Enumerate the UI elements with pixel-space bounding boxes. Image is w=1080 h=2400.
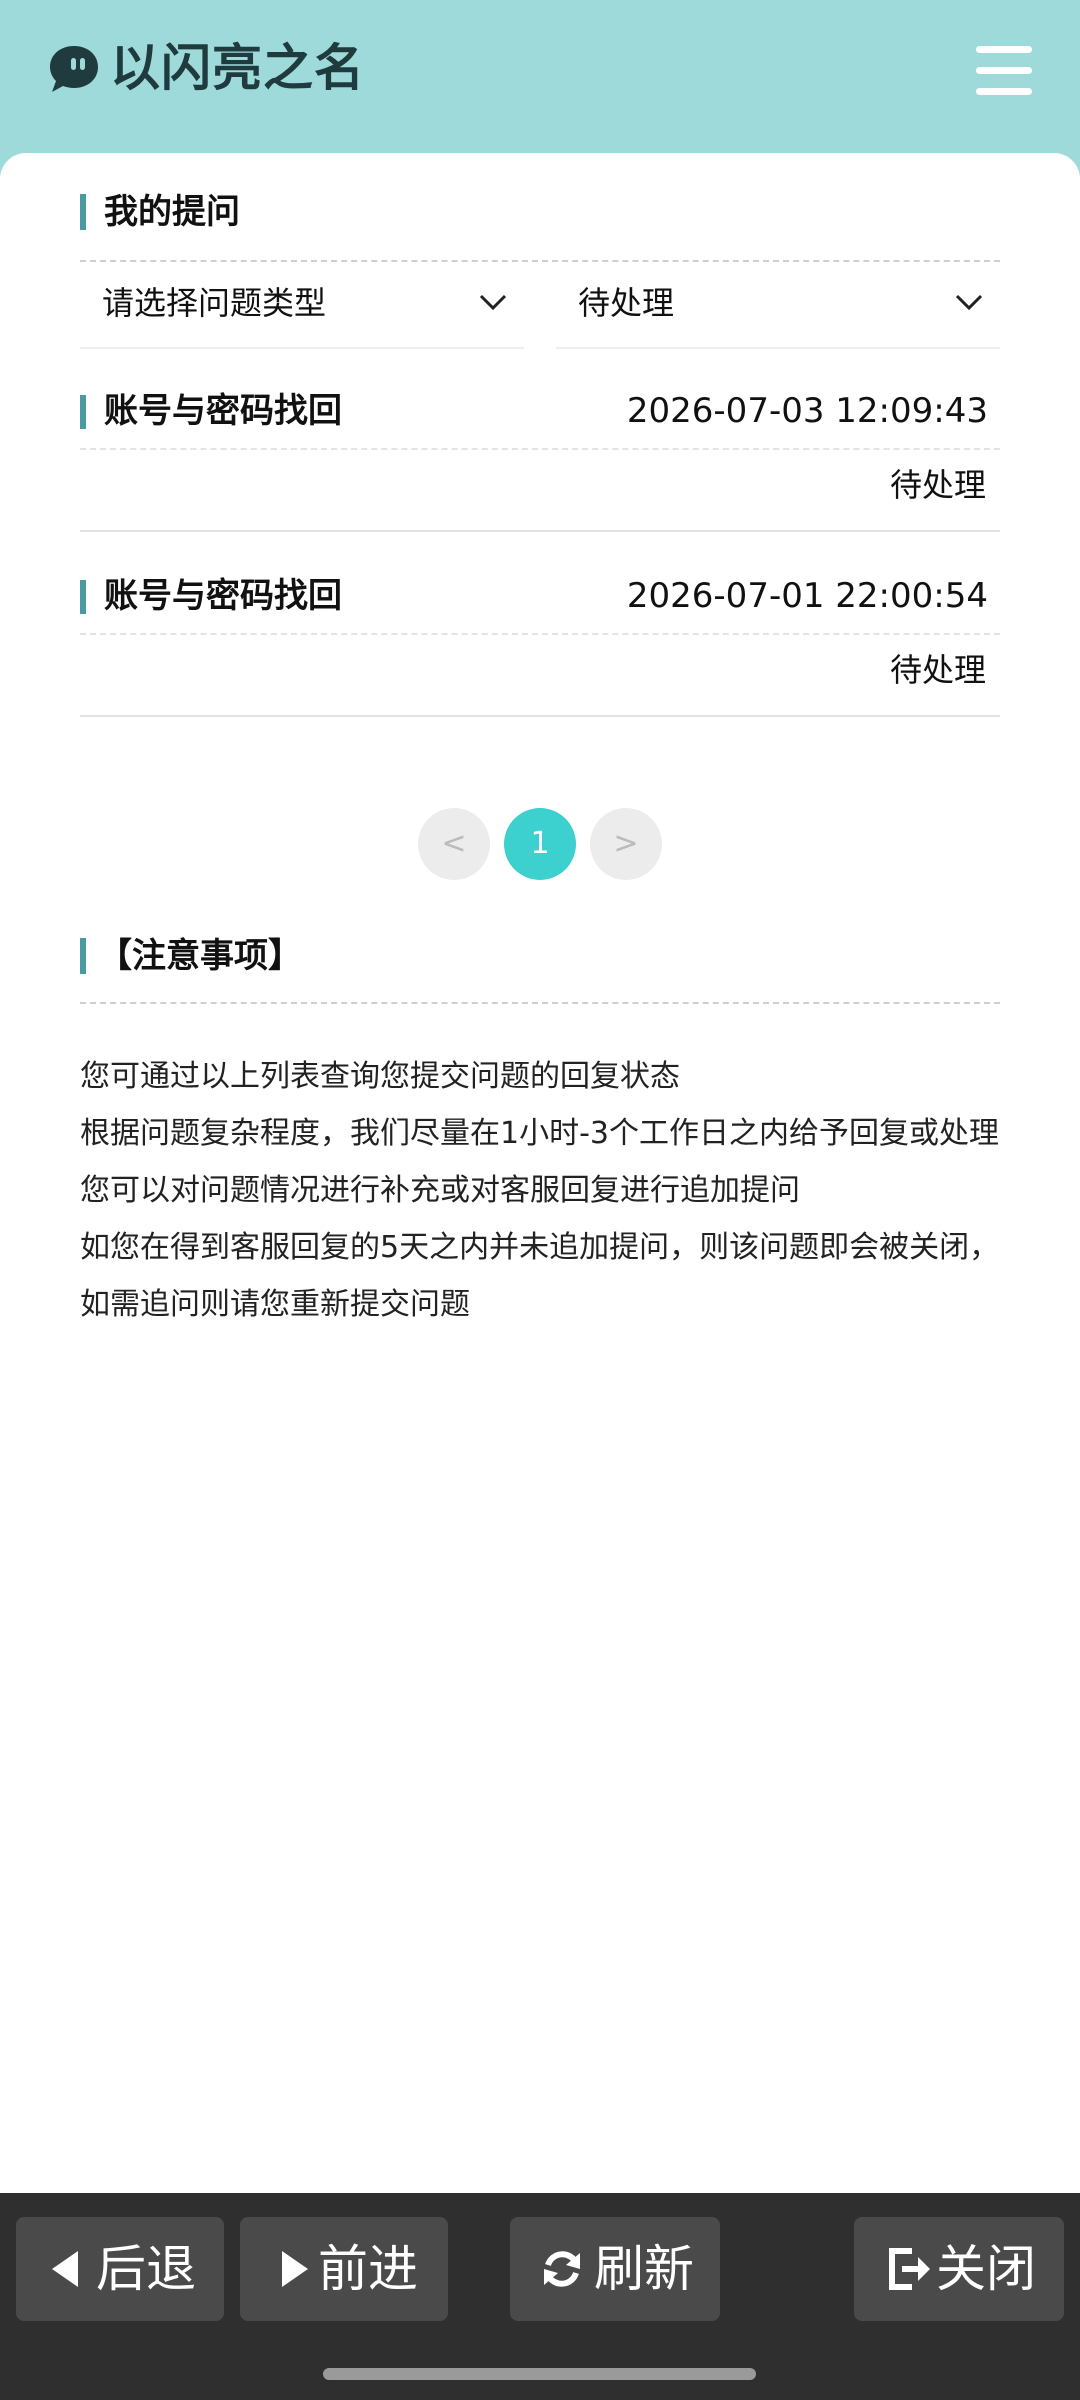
back-button[interactable]: 后退 bbox=[16, 2217, 224, 2321]
status-select-value: 待处理 bbox=[578, 284, 675, 322]
refresh-icon bbox=[544, 2251, 580, 2287]
page-title: 我的提问 bbox=[80, 192, 240, 232]
next-page-button[interactable]: > bbox=[590, 808, 662, 880]
notes-line: 您可通过以上列表查询您提交问题的回复状态 bbox=[80, 1059, 680, 1094]
back-arrow-icon bbox=[52, 2251, 78, 2287]
home-indicator[interactable] bbox=[323, 2368, 756, 2380]
notes-line: 您可以对问题情况进行补充或对客服回复进行追加提问 bbox=[80, 1173, 800, 1208]
notes-body: 您可通过以上列表查询您提交问题的回复状态 根据问题复杂程度，我们尽量在1小时-3… bbox=[80, 1048, 1000, 1333]
app-header: 以闪亮之名 bbox=[0, 0, 1080, 145]
prev-page-button[interactable]: < bbox=[418, 808, 490, 880]
divider bbox=[80, 715, 1000, 717]
item-status: 待处理 bbox=[889, 651, 986, 689]
exit-icon bbox=[889, 2248, 930, 2290]
item-title: 账号与密码找回 bbox=[80, 391, 342, 431]
question-type-select[interactable]: 请选择问题类型 bbox=[80, 263, 524, 349]
notes-title: 【注意事项】 bbox=[80, 936, 302, 976]
divider bbox=[80, 260, 1000, 262]
page-1-button[interactable]: 1 bbox=[504, 808, 576, 880]
hamburger-icon[interactable] bbox=[976, 46, 1032, 96]
divider bbox=[80, 530, 1000, 532]
app-title: 以闪亮之名 bbox=[110, 39, 365, 97]
item-time: 2026-07-01 22:00:54 bbox=[626, 576, 988, 616]
chevron-down-icon bbox=[955, 294, 983, 311]
item-time: 2026-07-03 12:09:43 bbox=[626, 391, 988, 431]
question-type-placeholder: 请选择问题类型 bbox=[102, 284, 327, 322]
status-select[interactable]: 待处理 bbox=[556, 263, 1000, 349]
item-status: 待处理 bbox=[889, 466, 986, 504]
notes-line: 根据问题复杂程度，我们尽量在1小时-3个工作日之内给予回复或处理 bbox=[80, 1116, 999, 1151]
divider bbox=[80, 448, 1000, 450]
chevron-down-icon bbox=[479, 294, 507, 311]
notes-line: 如您在得到客服回复的5天之内并未追加提问，则该问题即会被关闭，如需追问则请您重新… bbox=[80, 1230, 1000, 1322]
back-label: 后退 bbox=[96, 2240, 196, 2298]
close-button[interactable]: 关闭 bbox=[854, 2217, 1064, 2321]
divider bbox=[80, 633, 1000, 635]
close-label: 关闭 bbox=[936, 2240, 1036, 2298]
refresh-label: 刷新 bbox=[594, 2240, 694, 2298]
forward-button[interactable]: 前进 bbox=[240, 2217, 448, 2321]
chat-bubble-icon bbox=[50, 46, 98, 92]
forward-label: 前进 bbox=[318, 2240, 418, 2298]
divider bbox=[80, 1002, 1000, 1004]
item-title: 账号与密码找回 bbox=[80, 576, 342, 616]
forward-arrow-icon bbox=[282, 2251, 308, 2287]
refresh-button[interactable]: 刷新 bbox=[510, 2217, 720, 2321]
